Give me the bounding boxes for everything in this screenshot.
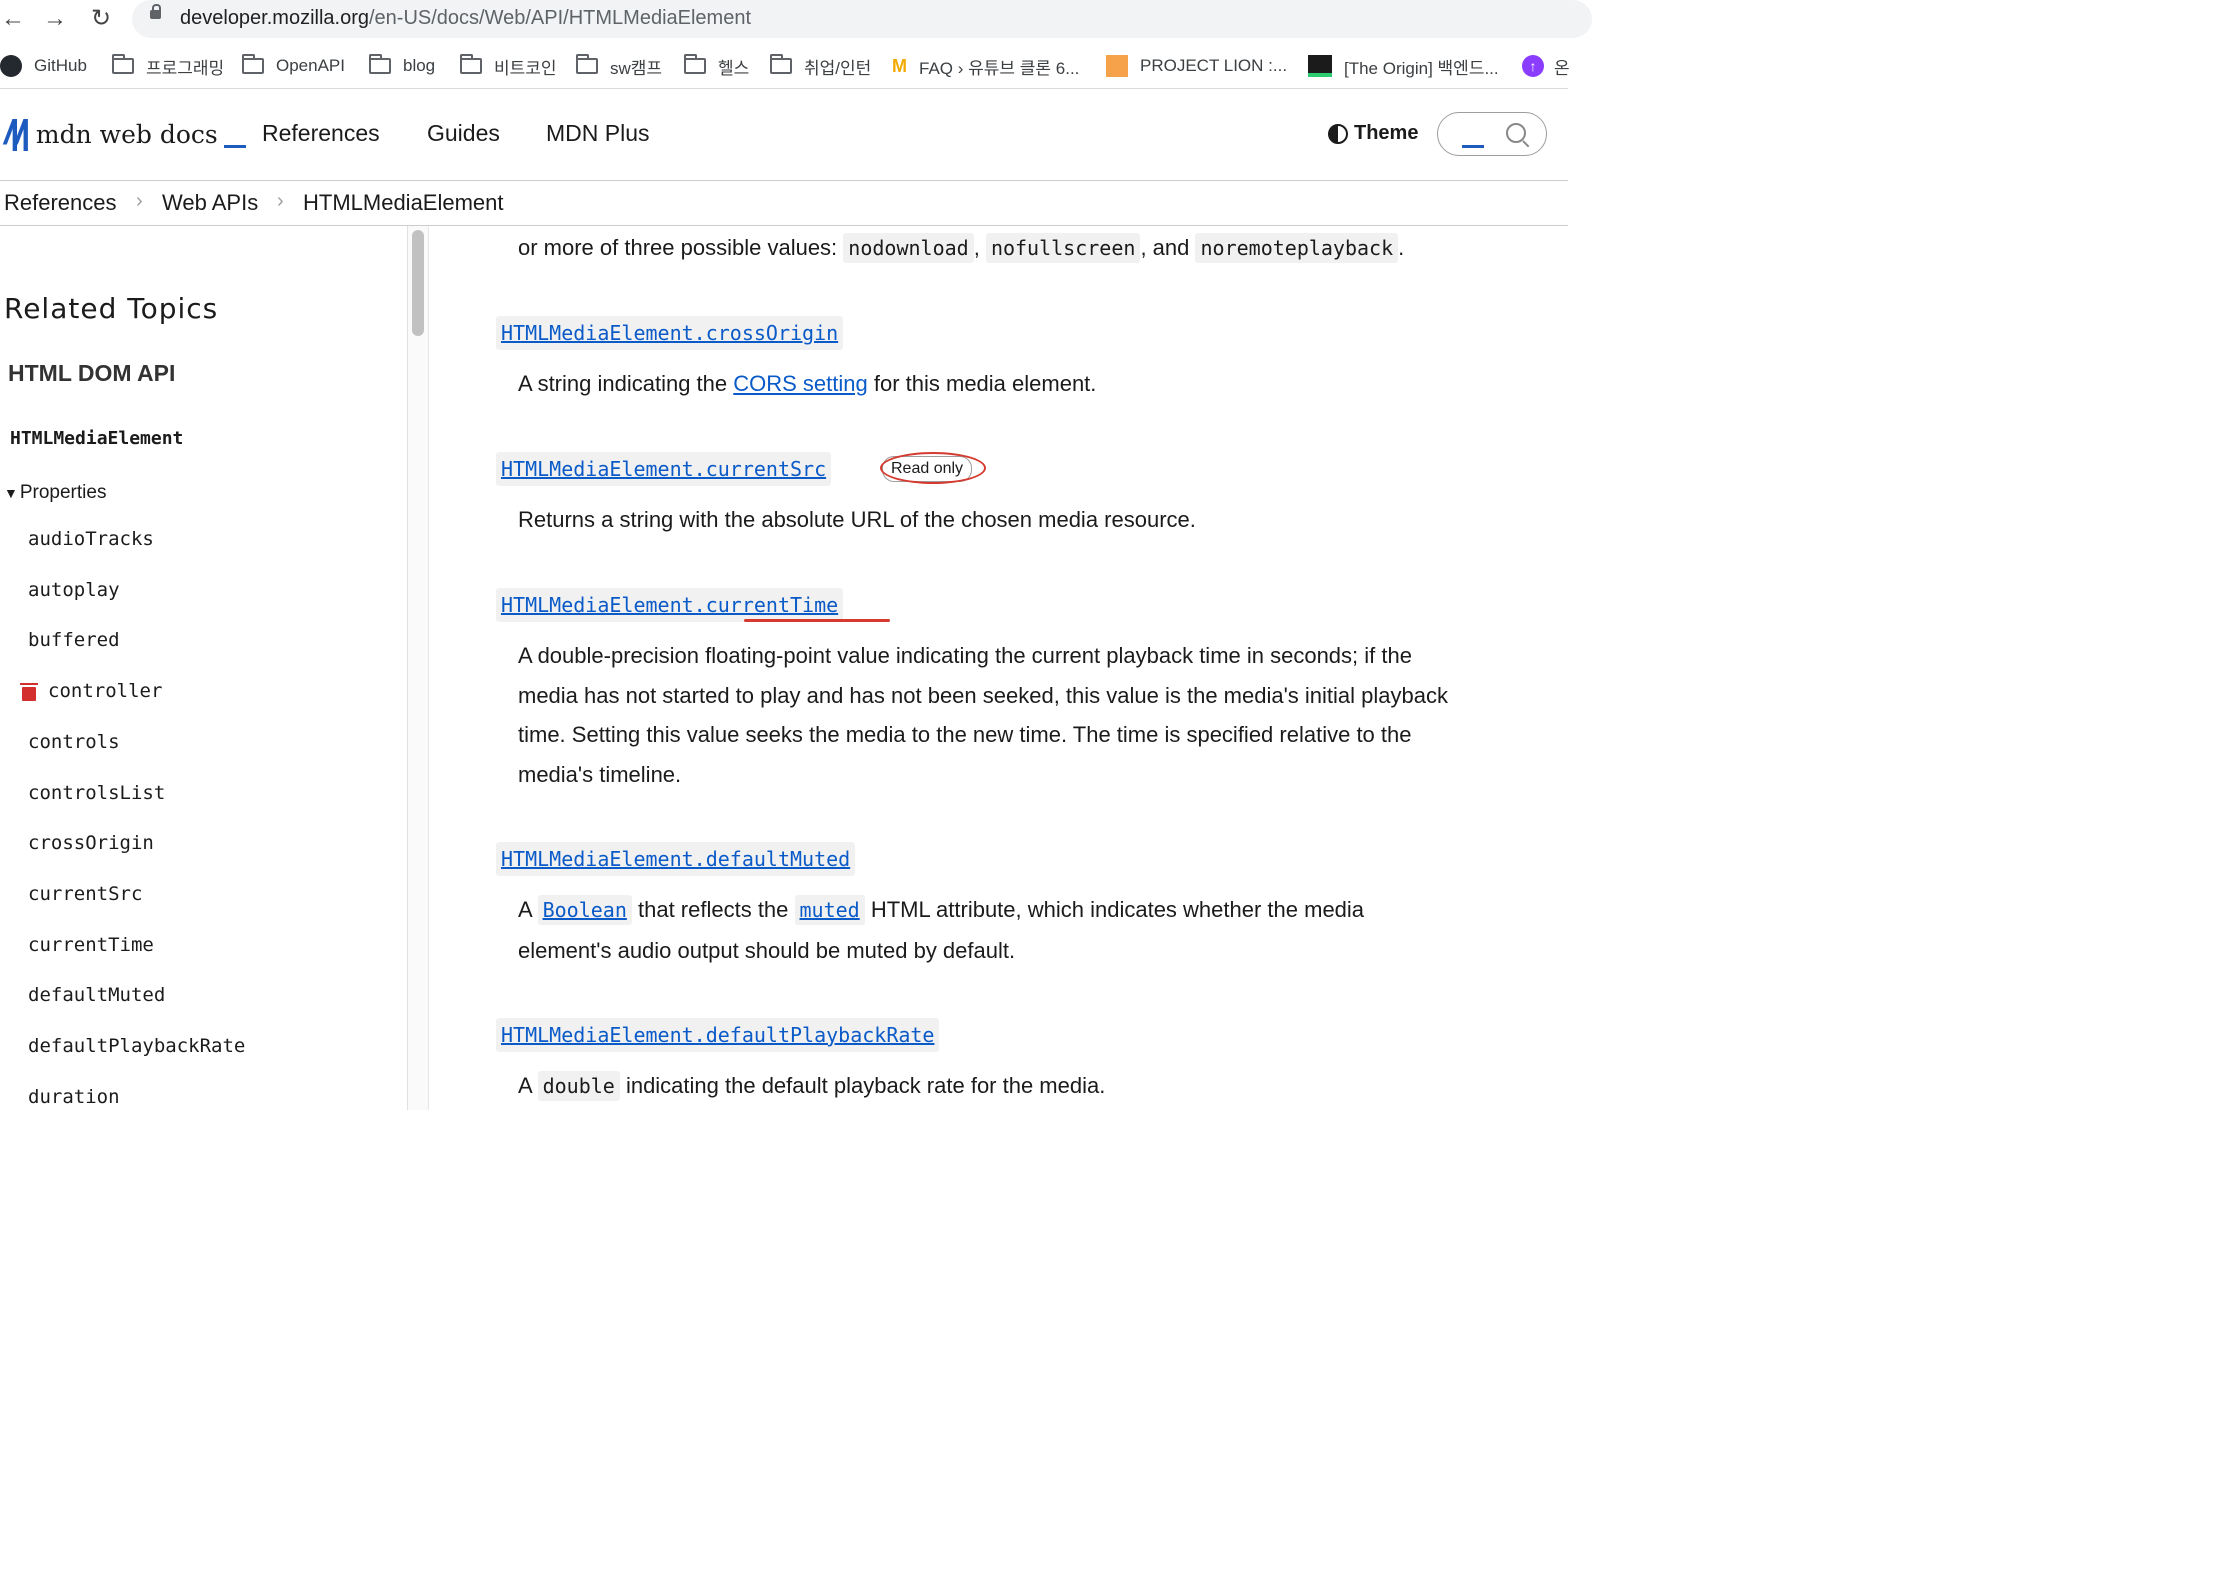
- bookmarks-bar: GitHub 프로그래밍 OpenAPI blog 비트코인 sw캠프 헬스 취…: [0, 42, 1570, 89]
- search-input[interactable]: [1437, 112, 1547, 156]
- sidebar-scrollbar[interactable]: [408, 226, 429, 1110]
- sidebar-item-duration[interactable]: duration: [28, 1086, 120, 1108]
- main-content: or more of three possible values: nodown…: [430, 226, 1568, 1110]
- bookmark-openapi[interactable]: OpenAPI: [242, 54, 345, 78]
- chevron-right-icon: ›: [277, 190, 284, 212]
- desc-defaultplaybackrate: A double indicating the default playback…: [518, 1066, 1105, 1107]
- sidebar-item-defaultplaybackrate[interactable]: defaultPlaybackRate: [28, 1035, 245, 1057]
- desc-defaultmuted: A Boolean that reflects the muted HTML a…: [518, 895, 1365, 963]
- origin-icon: [1308, 55, 1332, 77]
- breadcrumb: References › Web APIs › HTMLMediaElement: [0, 181, 1568, 226]
- folder-icon: [576, 54, 598, 74]
- url-text[interactable]: developer.mozilla.org/en-US/docs/Web/API…: [180, 7, 751, 30]
- desc-currenttime: A double-precision floating-point value …: [518, 643, 1448, 787]
- bookmark-faq[interactable]: M FAQ › 유튜브 클론 6...: [892, 54, 1079, 78]
- boolean-link[interactable]: Boolean: [537, 895, 632, 925]
- mdn-logo-icon: /|/|: [4, 114, 30, 152]
- reload-icon[interactable]: ↻: [88, 6, 114, 32]
- code-nodownload: nodownload: [843, 233, 974, 263]
- github-icon: [0, 55, 22, 77]
- code-double: double: [537, 1071, 620, 1101]
- bookmark-project-lion[interactable]: PROJECT LION :...: [1106, 54, 1287, 78]
- bookmark-blog[interactable]: blog: [369, 54, 435, 78]
- lock-icon: [150, 4, 161, 19]
- mdn-logo[interactable]: /|/| mdn web docs: [4, 116, 246, 150]
- breadcrumb-htmlmediaelement[interactable]: HTMLMediaElement: [303, 190, 504, 216]
- sidebar-item-audiotracks[interactable]: audioTracks: [28, 528, 154, 550]
- theme-button[interactable]: Theme: [1328, 122, 1418, 145]
- forward-arrow-icon[interactable]: →: [42, 6, 68, 32]
- nav-mdn-plus[interactable]: MDN Plus: [546, 120, 650, 147]
- search-icon[interactable]: [1506, 123, 1526, 143]
- folder-icon: [684, 54, 706, 74]
- lion-icon: [1106, 55, 1128, 77]
- bookmark-programming[interactable]: 프로그래밍: [112, 54, 224, 78]
- sidebar-item-currentsrc[interactable]: currentSrc: [28, 883, 142, 905]
- sidebar-item-crossorigin[interactable]: crossOrigin: [28, 832, 154, 854]
- purple-icon: ↑: [1522, 55, 1544, 77]
- breadcrumb-references[interactable]: References: [4, 190, 117, 216]
- muted-link[interactable]: muted: [794, 895, 865, 925]
- theme-icon: [1328, 123, 1348, 144]
- sidebar-item-defaultmuted[interactable]: defaultMuted: [28, 984, 165, 1006]
- sidebar-scrollbar-thumb[interactable]: [412, 230, 424, 336]
- bookmark-swcamp[interactable]: sw캠프: [576, 54, 662, 78]
- folder-icon: [460, 54, 482, 74]
- annotation-circle: [880, 452, 986, 484]
- code-nofullscreen: nofullscreen: [985, 233, 1141, 263]
- sidebar-item-controls[interactable]: controls: [28, 731, 120, 753]
- sidebar-api-title[interactable]: HTML DOM API: [8, 360, 175, 387]
- sidebar: Related Topics HTML DOM API HTMLMediaEle…: [0, 226, 408, 1110]
- sidebar-properties-toggle[interactable]: ▼ Properties: [4, 482, 106, 504]
- cors-setting-link[interactable]: CORS setting: [733, 371, 868, 396]
- term-currentsrc[interactable]: HTMLMediaElement.currentSrc: [496, 452, 832, 486]
- bookmark-health[interactable]: 헬스: [684, 54, 749, 78]
- annotation-underline: [744, 619, 890, 622]
- folder-icon: [770, 54, 792, 74]
- desc-crossorigin: A string indicating the CORS setting for…: [518, 371, 1097, 396]
- bookmark-purple[interactable]: ↑ 온: [1522, 54, 1570, 78]
- nav-guides[interactable]: Guides: [427, 120, 500, 147]
- intro-paragraph: or more of three possible values: nodown…: [518, 228, 1404, 269]
- bookmark-jobs[interactable]: 취업/인턴: [770, 54, 871, 78]
- folder-icon: [242, 54, 264, 74]
- chevron-right-icon: ›: [136, 190, 143, 212]
- term-defaultplaybackrate[interactable]: HTMLMediaElement.defaultPlaybackRate: [496, 1018, 940, 1052]
- back-arrow-icon[interactable]: ←: [0, 6, 26, 32]
- browser-toolbar: ← → ↻ developer.mozilla.org/en-US/docs/W…: [0, 0, 1592, 40]
- sidebar-item-controlslist[interactable]: controlsList: [28, 782, 165, 804]
- mcdonalds-icon: M: [892, 55, 907, 76]
- bookmark-bitcoin[interactable]: 비트코인: [460, 54, 557, 78]
- trash-icon: [20, 683, 38, 702]
- site-header: /|/| mdn web docs References Guides MDN …: [0, 90, 1568, 181]
- folder-icon: [112, 54, 134, 74]
- sidebar-item-autoplay[interactable]: autoplay: [28, 579, 120, 601]
- sidebar-item-currenttime[interactable]: currentTime: [28, 934, 154, 956]
- triangle-down-icon: ▼: [4, 485, 18, 501]
- term-defaultmuted[interactable]: HTMLMediaElement.defaultMuted: [496, 842, 856, 876]
- related-topics-heading: Related Topics: [4, 292, 219, 325]
- bookmark-github[interactable]: GitHub: [0, 54, 87, 78]
- sidebar-item-controller[interactable]: controller: [48, 680, 162, 702]
- term-currenttime[interactable]: HTMLMediaElement.currentTime: [496, 588, 844, 622]
- breadcrumb-web-apis[interactable]: Web APIs: [162, 190, 258, 216]
- folder-icon: [369, 54, 391, 74]
- sidebar-item-buffered[interactable]: buffered: [28, 629, 120, 651]
- code-noremoteplayback: noremoteplayback: [1195, 233, 1399, 263]
- sidebar-interface-link[interactable]: HTMLMediaElement: [10, 428, 183, 449]
- bookmark-the-origin[interactable]: [The Origin] 백엔드...: [1308, 54, 1499, 78]
- term-crossorigin[interactable]: HTMLMediaElement.crossOrigin: [496, 316, 844, 350]
- nav-references[interactable]: References: [262, 120, 380, 147]
- desc-currentsrc: Returns a string with the absolute URL o…: [518, 507, 1196, 532]
